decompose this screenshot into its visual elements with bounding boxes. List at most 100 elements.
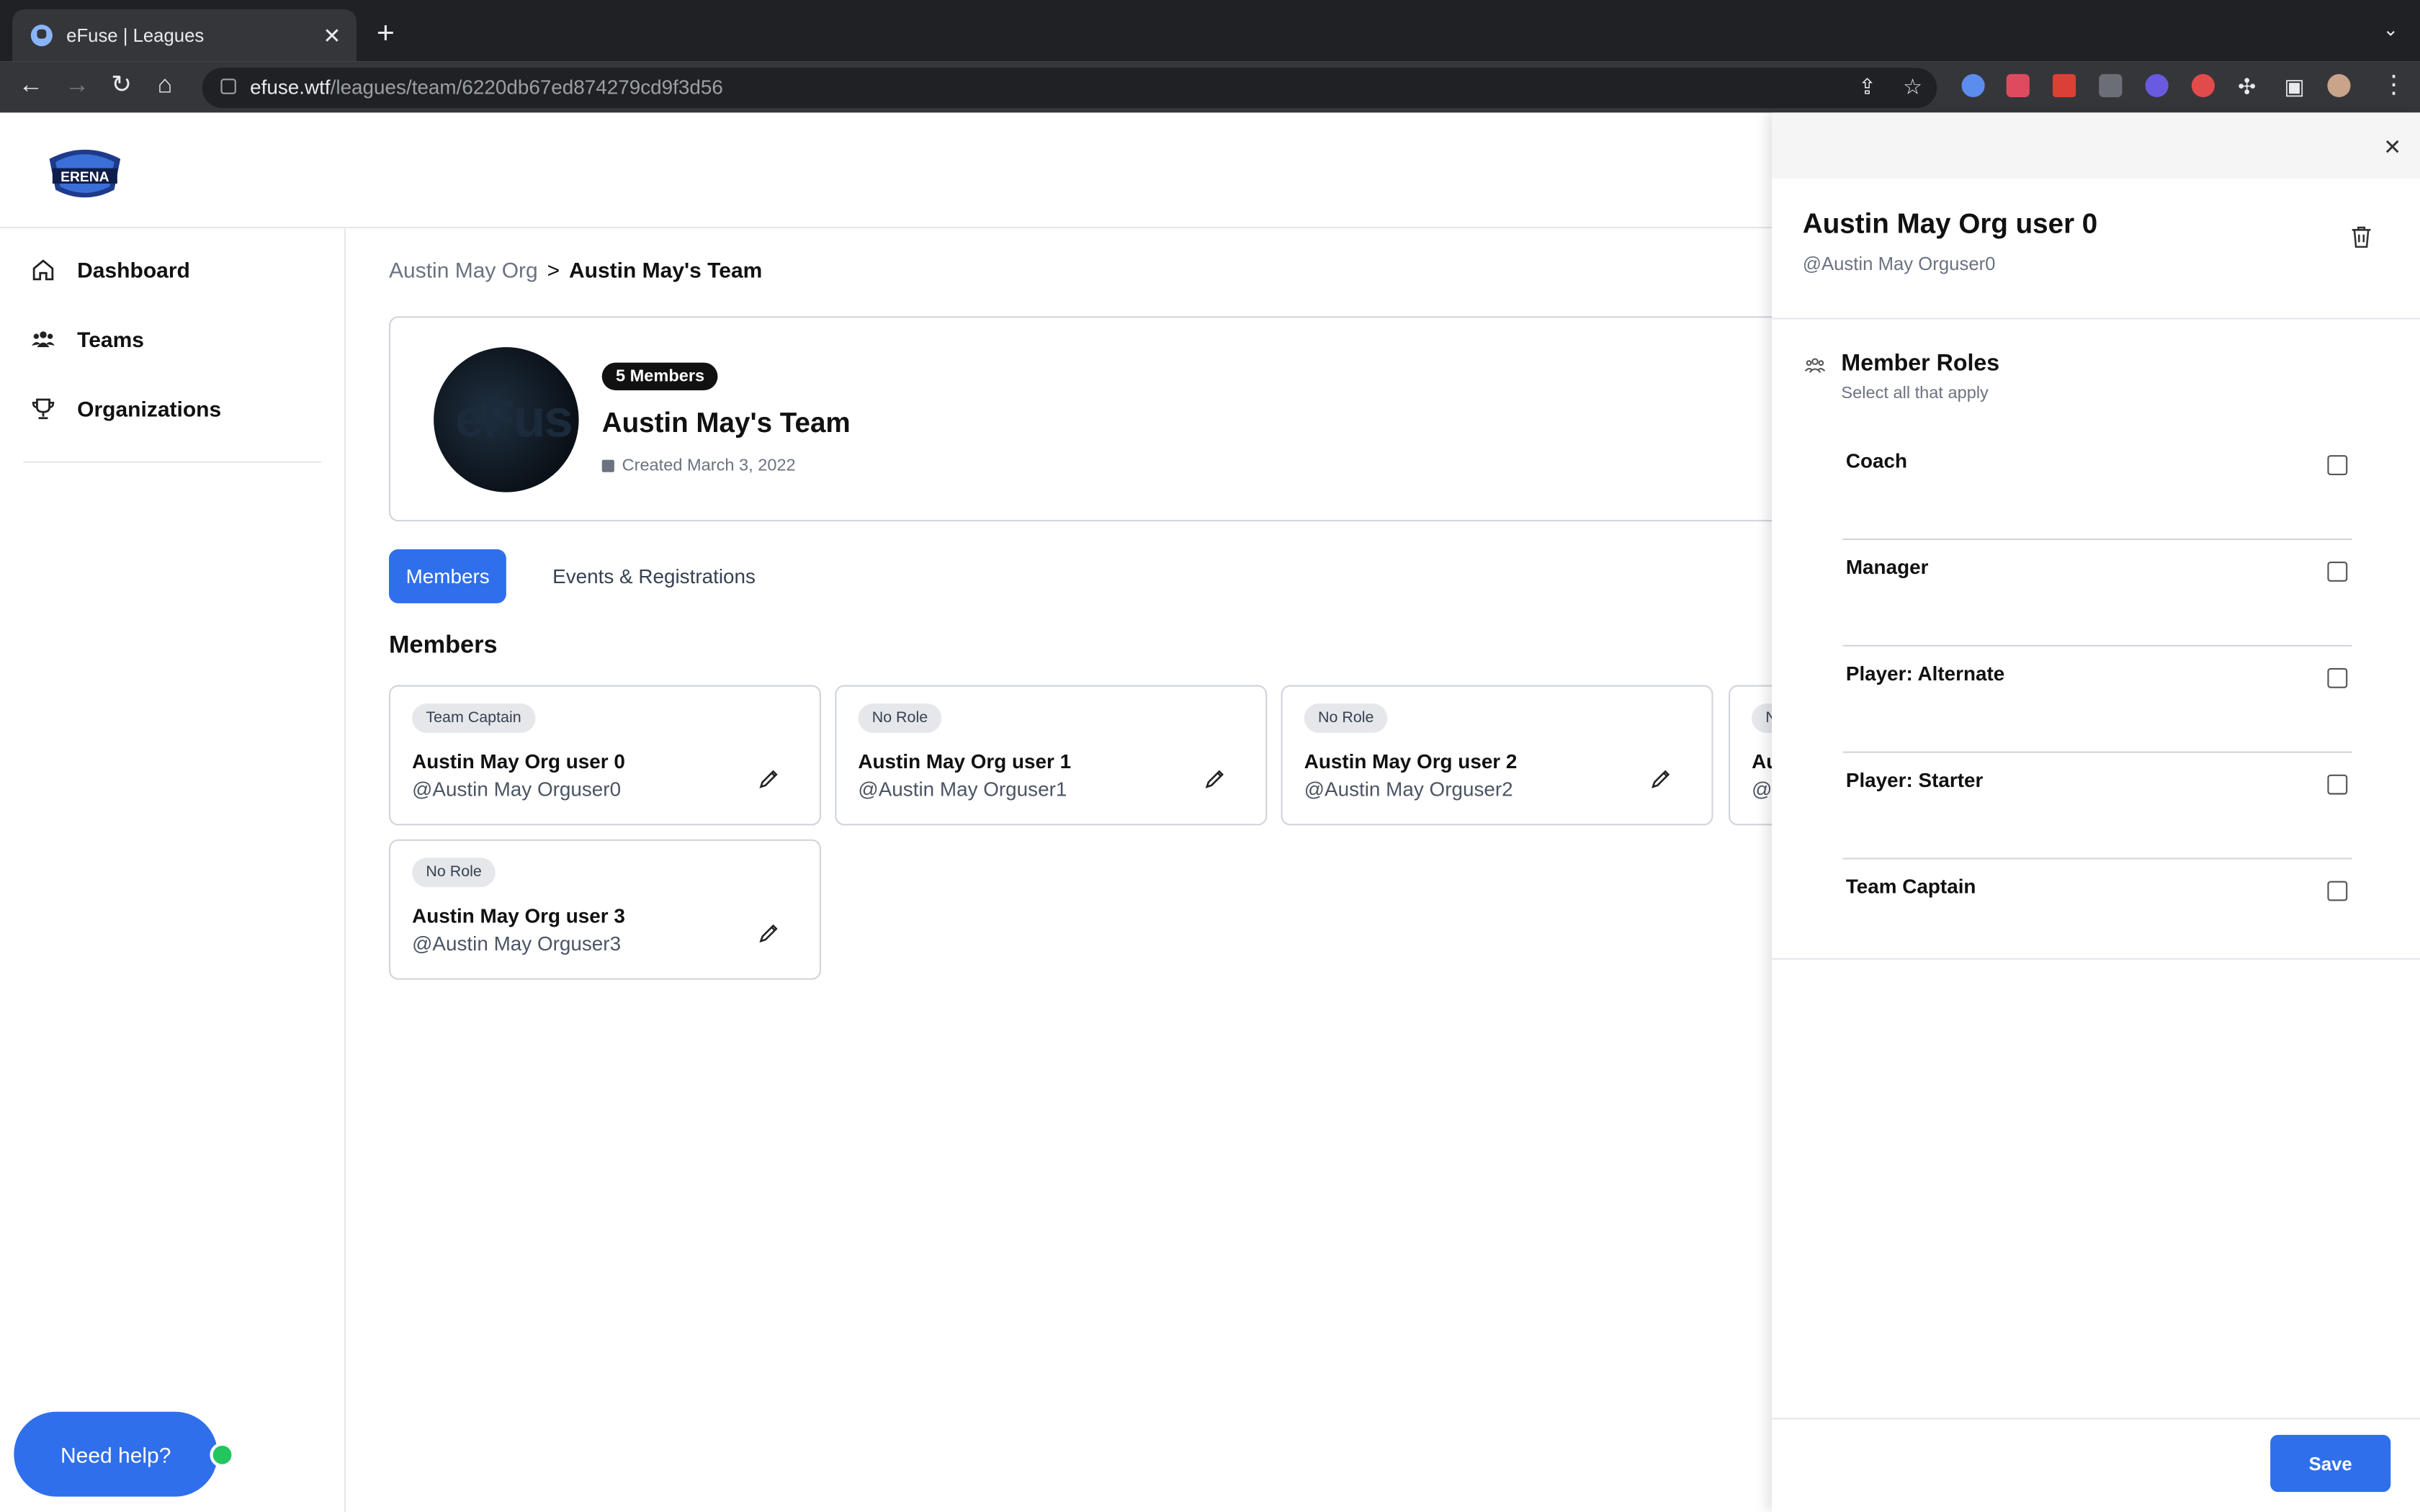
- role-label: Player: Starter: [1845, 768, 1984, 792]
- notification-extension-icon[interactable]: [2191, 73, 2215, 97]
- rocket-extension-icon[interactable]: [2145, 73, 2169, 97]
- url-text: efuse.wtf/leagues/team/6220db67ed874279c…: [250, 76, 723, 99]
- member-count-badge: 5 Members: [601, 362, 719, 391]
- role-checkbox[interactable]: [2327, 562, 2348, 582]
- todoist-extension-icon[interactable]: [2053, 73, 2076, 97]
- sidebar-item-label: Organizations: [77, 396, 222, 421]
- member-roles-subtitle: Select all that apply: [1841, 384, 1989, 403]
- extensions-puzzle-icon[interactable]: ✣: [2238, 73, 2256, 101]
- team-header-card: eFus 5 Members Austin May's Team Created…: [389, 316, 1797, 522]
- member-handle: @Austin May Orguser1: [858, 778, 1067, 801]
- users-icon: [1804, 358, 1826, 373]
- home-icon: [32, 259, 54, 281]
- browser-tab[interactable]: eFuse | Leagues ✕: [12, 9, 357, 62]
- tab-events-registrations[interactable]: Events & Registrations: [536, 549, 773, 603]
- browser-toolbar: ← → ↻ ⌂ efuse.wtf/leagues/team/6220db67e…: [0, 61, 2420, 113]
- role-option-player-alternate[interactable]: Player: Alternate: [1842, 645, 2352, 753]
- sidebar-item-label: Dashboard: [77, 257, 190, 283]
- member-handle: @Austin May Orguser2: [1304, 778, 1513, 801]
- close-drawer-icon[interactable]: ✕: [2383, 134, 2401, 160]
- pocket-extension-icon[interactable]: [2006, 73, 2030, 97]
- tab-search-icon[interactable]: ⌄: [2383, 19, 2398, 40]
- edit-pencil-icon[interactable]: [1650, 768, 1672, 790]
- role-label: Coach: [1845, 449, 1908, 472]
- forward-icon[interactable]: →: [65, 73, 89, 101]
- member-card[interactable]: No Role Austin May Org user 3 @Austin Ma…: [389, 839, 821, 980]
- drawer-divider: [1772, 958, 2420, 960]
- team-name: Austin May's Team: [601, 407, 851, 438]
- role-option-manager[interactable]: Manager: [1842, 539, 2352, 647]
- member-card[interactable]: No Role Austin May Org user 1 @Austin Ma…: [835, 685, 1268, 826]
- role-option-team-captain[interactable]: Team Captain: [1843, 858, 2352, 964]
- header-bar: ERENA: [0, 112, 1772, 229]
- role-label: Manager: [1845, 555, 1929, 579]
- new-tab-icon[interactable]: +: [377, 19, 395, 50]
- trash-icon[interactable]: [2351, 225, 2372, 248]
- drawer-member-name: Austin May Org user 0: [1802, 208, 2098, 240]
- member-role-badge: No Role: [858, 703, 942, 733]
- sidebar-item-dashboard[interactable]: Dashboard: [31, 258, 190, 282]
- browser-menu-icon[interactable]: ⋮: [2381, 73, 2406, 101]
- team-avatar-text: eFus: [455, 390, 573, 449]
- breadcrumb-current: Austin May's Team: [569, 257, 763, 283]
- users-icon: [31, 331, 55, 348]
- ublock-extension-icon[interactable]: [2099, 73, 2123, 97]
- bookmark-star-icon[interactable]: ☆: [1903, 74, 1922, 100]
- tab-title: eFuse | Leagues: [66, 24, 205, 47]
- created-text: Created March 3, 2022: [622, 456, 796, 475]
- sidebar-divider: [23, 461, 321, 463]
- password-manager-extension-icon[interactable]: [1961, 73, 1985, 97]
- breadcrumb: Austin May Org > Austin May's Team: [389, 258, 762, 282]
- member-card[interactable]: Team Captain Austin May Org user 0 @Aust…: [389, 685, 821, 826]
- browser-tabstrip: eFuse | Leagues ✕ + ⌄: [0, 0, 2420, 62]
- members-heading: Members: [389, 632, 498, 659]
- home-button-icon[interactable]: ⌂: [158, 73, 173, 101]
- role-label: Player: Alternate: [1845, 662, 2005, 685]
- efuse-favicon-icon: [30, 24, 53, 47]
- role-option-player-starter[interactable]: Player: Starter: [1842, 752, 2352, 860]
- tab-members[interactable]: Members: [389, 549, 507, 603]
- close-tab-icon[interactable]: ✕: [323, 22, 341, 48]
- role-checkbox[interactable]: [2327, 774, 2348, 795]
- erena-logo[interactable]: ERENA: [43, 138, 127, 202]
- role-option-coach[interactable]: Coach: [1842, 432, 2352, 540]
- save-button[interactable]: Save: [2270, 1434, 2391, 1493]
- team-avatar: eFus: [434, 347, 579, 492]
- member-name: Austin May Org user 0: [412, 750, 625, 773]
- lock-icon: [220, 78, 236, 94]
- member-card[interactable]: No Role Austin May Org user 2 @Austin Ma…: [1281, 685, 1713, 826]
- side-panel-icon[interactable]: ▣: [2284, 73, 2304, 101]
- edit-pencil-icon[interactable]: [758, 768, 779, 790]
- need-help-button[interactable]: Need help?: [14, 1411, 218, 1497]
- member-roles-heading: Member Roles: [1841, 350, 2000, 377]
- breadcrumb-separator: >: [547, 257, 560, 283]
- role-checkbox[interactable]: [2327, 455, 2348, 475]
- member-role-badge: No Role: [1304, 703, 1388, 733]
- role-checkbox[interactable]: [2327, 667, 2348, 688]
- member-name: Austin May Org user 2: [1304, 750, 1518, 773]
- calendar-icon: [601, 459, 614, 472]
- member-name: Austin May Org user 1: [858, 750, 1072, 773]
- drawer-divider: [1772, 318, 2420, 320]
- edit-pencil-icon[interactable]: [1204, 768, 1225, 790]
- profile-avatar-icon[interactable]: [2327, 73, 2351, 97]
- drawer-footer-divider: [1772, 1418, 2420, 1420]
- role-label: Team Captain: [1845, 875, 1976, 899]
- sidebar-item-organizations[interactable]: Organizations: [31, 397, 221, 421]
- address-bar[interactable]: efuse.wtf/leagues/team/6220db67ed874279c…: [202, 68, 1937, 108]
- online-status-dot: [210, 1442, 235, 1467]
- back-icon[interactable]: ←: [19, 73, 43, 101]
- drawer-member-handle: @Austin May Orguser0: [1802, 253, 1996, 275]
- member-role-badge: No Role: [412, 858, 496, 888]
- role-checkbox[interactable]: [2327, 881, 2348, 901]
- team-created-date: Created March 3, 2022: [601, 456, 796, 475]
- reload-icon[interactable]: ↻: [111, 73, 132, 101]
- member-name: Austin May Org user 3: [412, 904, 625, 927]
- sidebar: Dashboard Teams Organizations: [0, 228, 346, 1512]
- share-icon[interactable]: ⇪: [1858, 74, 1876, 100]
- sidebar-item-teams[interactable]: Teams: [31, 327, 144, 352]
- edit-pencil-icon[interactable]: [758, 922, 779, 944]
- breadcrumb-parent-link[interactable]: Austin May Org: [389, 258, 538, 282]
- member-handle: @Austin May Orguser0: [412, 778, 622, 801]
- member-handle: @: [1752, 778, 1773, 801]
